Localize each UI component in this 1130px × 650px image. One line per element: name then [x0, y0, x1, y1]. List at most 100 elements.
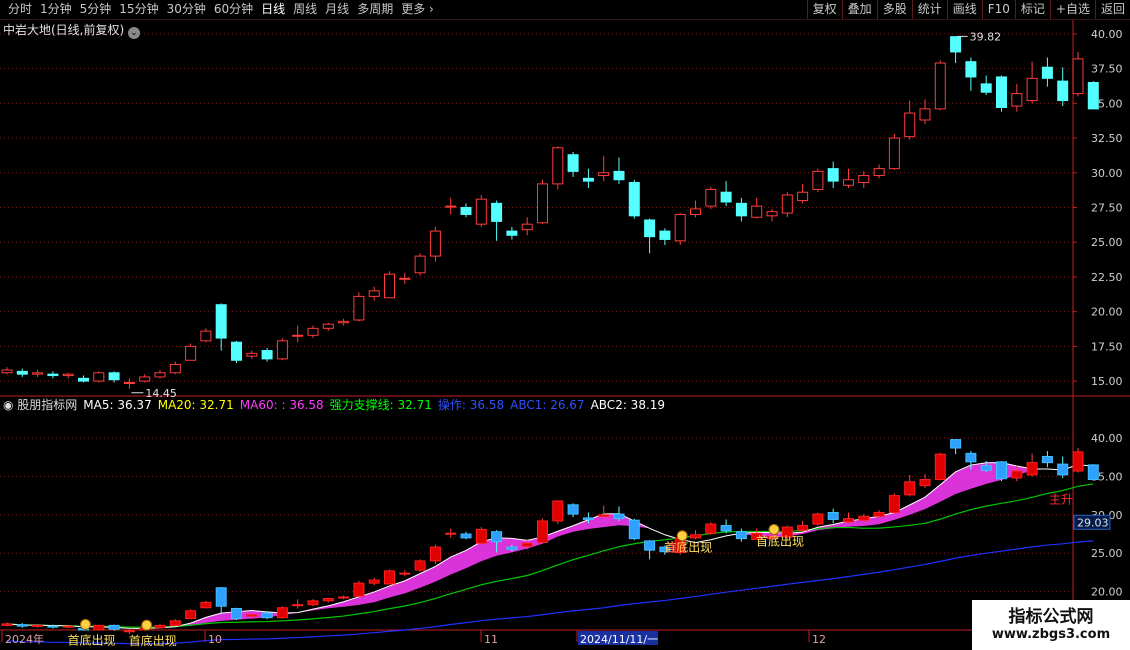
sub-candle-body — [950, 439, 962, 449]
period-tab-2[interactable]: 5分钟 — [76, 0, 116, 19]
period-tab-8[interactable]: 月线 — [321, 0, 353, 19]
sub-candle-body — [797, 525, 809, 531]
sub-candle-body — [246, 614, 258, 617]
main-y-tick-label: 32.50 — [1091, 132, 1123, 145]
main-candle-body — [231, 341, 242, 361]
main-candle-body — [996, 76, 1007, 108]
main-candle-body — [552, 147, 564, 185]
main-candle-body — [154, 372, 166, 378]
sub-candle-body — [353, 582, 365, 597]
sub-candle-body — [460, 533, 472, 539]
period-tab-7[interactable]: 周线 — [289, 0, 321, 19]
stock-title-text: 中岩大地(日线,前复权) — [3, 23, 125, 37]
main-candle-body — [246, 352, 258, 357]
sub-candle-body — [16, 624, 28, 627]
period-tab-0[interactable]: 分时 — [4, 0, 36, 19]
sub-candle-body — [720, 525, 732, 532]
main-candle-body — [766, 211, 778, 217]
main-y-tick-label: 15.00 — [1091, 375, 1123, 388]
main-candle-body — [169, 363, 181, 374]
tool-button-4[interactable]: 画线 — [946, 0, 982, 19]
main-candle-body — [139, 376, 151, 382]
tool-button-3[interactable]: 统计 — [911, 0, 947, 19]
main-candle-body — [292, 334, 304, 337]
sub-candle-body — [445, 532, 457, 535]
legend-entry-2: MA60: : 36.58 — [239, 398, 324, 412]
coin-marker-icon — [141, 619, 153, 631]
sub-candle-body — [521, 542, 533, 547]
period-tabs: 分时 1分钟 5分钟 15分钟 30分钟 60分钟 日线 周线 月线 多周期 更多 › — [0, 0, 438, 19]
stock-chart[interactable]: 40.0037.5035.0032.5030.0027.5025.0022.50… — [0, 20, 1130, 650]
main-candle-body — [185, 345, 197, 361]
sub-candle-body — [414, 560, 426, 571]
main-candle-body — [1057, 80, 1069, 102]
main-candle-body — [491, 202, 503, 222]
legend-entry-6: ABC2: 38.19 — [590, 398, 666, 412]
main-candle-body — [950, 36, 962, 53]
main-y-tick-label: 30.00 — [1091, 167, 1123, 180]
main-candle-body — [690, 208, 701, 215]
main-candle-body — [613, 170, 625, 181]
main-candle-body — [582, 177, 594, 182]
main-chart-title: 中岩大地(日线,前复权) ⌄ — [3, 23, 141, 39]
main-candle-body — [934, 62, 946, 110]
period-tab-3[interactable]: 15分钟 — [115, 0, 162, 19]
main-candle-body — [16, 370, 28, 375]
main-candle-body — [1087, 82, 1099, 110]
coin-marker-icon — [80, 618, 91, 630]
period-tab-9[interactable]: 多周期 — [353, 0, 397, 19]
sub-candle-body — [934, 453, 946, 480]
chevron-down-icon[interactable]: ⌄ — [128, 27, 141, 39]
tool-button-6[interactable]: 标记 — [1014, 0, 1050, 19]
sub-candle-body — [888, 495, 900, 514]
time-axis-label: 12 — [812, 633, 826, 646]
tool-button-5[interactable]: F10 — [981, 0, 1015, 19]
legend-entry-0: MA5: 36.37 — [83, 398, 152, 412]
main-candle-body — [399, 277, 411, 280]
sub-candle-body — [1041, 455, 1053, 464]
abc1-line — [6, 540, 1094, 645]
main-y-tick-label: 40.00 — [1091, 28, 1123, 41]
tool-button-7[interactable]: +自选 — [1049, 0, 1095, 19]
sub-candle-body — [537, 520, 548, 543]
sub-candle-body — [705, 523, 717, 534]
main-candle-body — [475, 198, 487, 225]
main-candle-body — [1041, 66, 1053, 79]
main-y-tick-label: 20.00 — [1091, 306, 1123, 319]
period-tab-4[interactable]: 30分钟 — [163, 0, 210, 19]
sub-candle-body — [996, 461, 1007, 480]
period-tab-10[interactable]: 更多 › — [397, 0, 438, 19]
main-candle-body — [705, 188, 717, 207]
main-candle-body — [751, 205, 763, 218]
period-tab-5[interactable]: 60分钟 — [210, 0, 257, 19]
sub-candle-body — [858, 515, 870, 521]
sub-candle-body — [552, 500, 564, 522]
main-candle-body — [858, 175, 870, 184]
tool-button-2[interactable]: 多股 — [876, 0, 912, 19]
sub-y-tick-label: 20.00 — [1091, 586, 1123, 599]
tool-button-8[interactable]: 返回 — [1094, 0, 1130, 19]
period-tab-6[interactable]: 日线 — [257, 0, 289, 19]
period-tab-1[interactable]: 1分钟 — [36, 0, 76, 19]
bottom-signal-label: 首底出现 — [68, 632, 116, 647]
sub-candle-body — [1011, 470, 1023, 479]
main-candle-body — [215, 304, 227, 339]
sub-candle-body — [429, 546, 441, 562]
tool-button-0[interactable]: 复权 — [806, 0, 842, 19]
sub-candle-body — [690, 534, 701, 539]
sub-candle-body — [47, 625, 59, 628]
price-tag-value: 29.03 — [1077, 516, 1109, 529]
tool-button-1[interactable]: 叠加 — [841, 0, 877, 19]
sub-candle-body — [93, 624, 105, 631]
main-candle-body — [32, 372, 44, 375]
main-candle-body — [521, 223, 533, 231]
coin-marker-icon — [768, 523, 780, 535]
sub-candle-body — [1087, 464, 1099, 480]
legend-entry-3: 强力支撑线: 32.71 — [329, 398, 432, 412]
sub-candle-body — [185, 610, 197, 619]
sub-candle-body — [384, 570, 395, 585]
sub-candle-body — [154, 624, 166, 629]
tool-buttons: 复权 叠加 多股 统计 画线 F10 标记 +自选 返回 — [806, 0, 1130, 19]
main-candle-body — [200, 330, 212, 342]
sub-candle-body — [965, 452, 977, 463]
